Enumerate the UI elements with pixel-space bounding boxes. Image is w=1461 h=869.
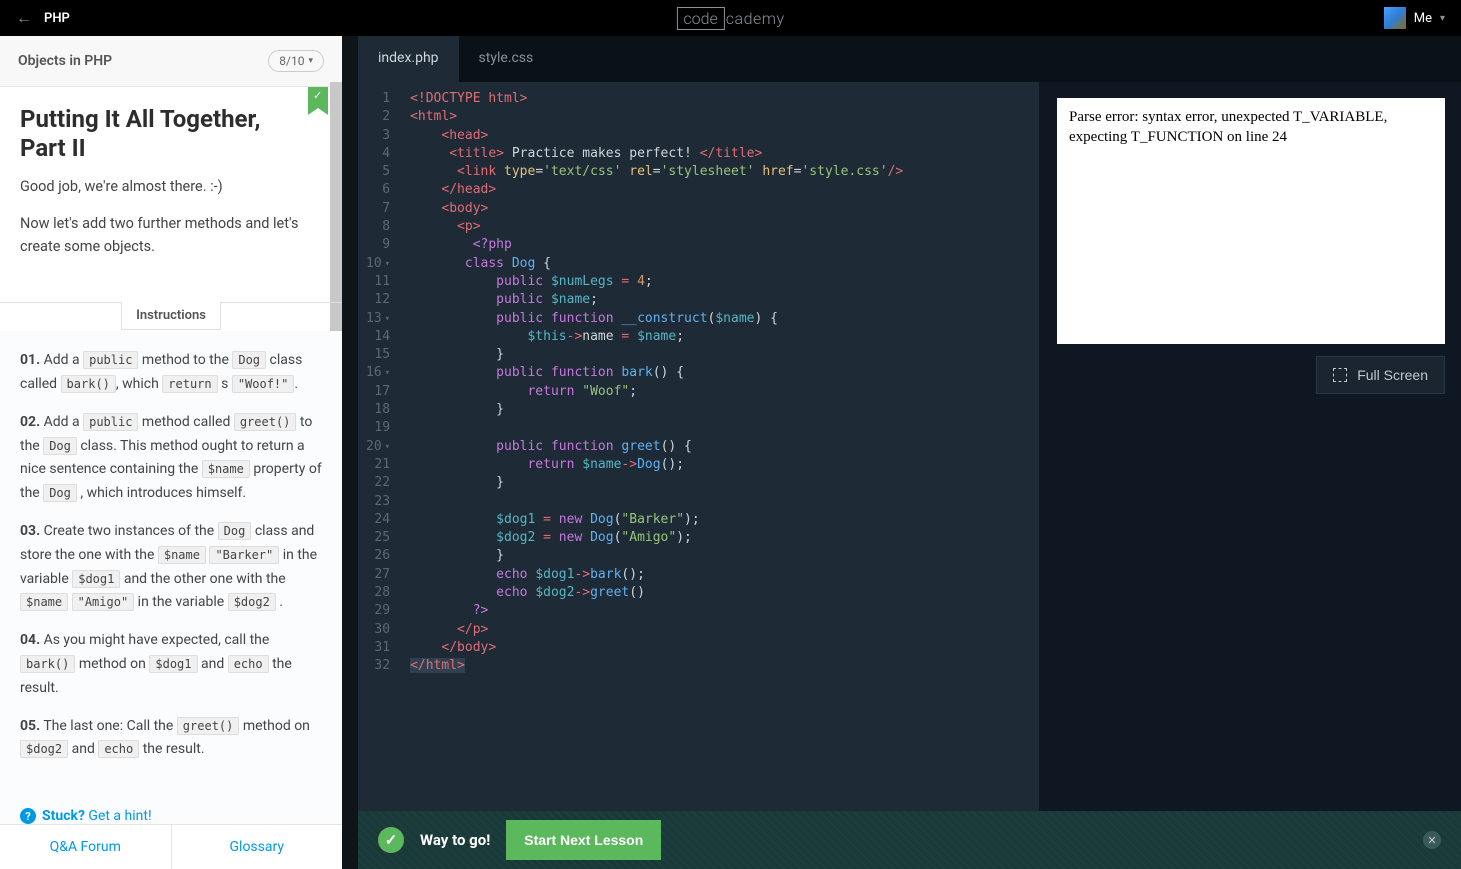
chevron-down-icon: ▾ bbox=[1440, 13, 1445, 24]
tab-style-css[interactable]: style.css bbox=[459, 36, 554, 82]
preview-panel: Parse error: syntax error, unexpected T_… bbox=[1057, 82, 1461, 869]
logo[interactable]: codecademy bbox=[676, 7, 784, 30]
instructions-label: Instructions bbox=[121, 302, 221, 330]
topbar-left: ← PHP bbox=[16, 8, 70, 28]
start-next-button[interactable]: Start Next Lesson bbox=[506, 820, 661, 860]
fold-icon[interactable]: ▾ bbox=[385, 310, 390, 328]
instructions-list: 01. Add a public method to the Dog class… bbox=[0, 331, 342, 794]
step-3: 03. Create two instances of the Dog clas… bbox=[20, 520, 322, 615]
qa-forum-tab[interactable]: Q&A Forum bbox=[0, 825, 171, 869]
back-arrow-icon[interactable]: ← bbox=[16, 8, 32, 28]
success-bar: ✓ Way to go! Start Next Lesson ✕ bbox=[358, 811, 1461, 869]
chevron-down-icon: ▾ bbox=[308, 56, 313, 66]
fold-icon[interactable]: ▾ bbox=[385, 255, 390, 273]
code-editor[interactable]: 1 2 3 4 5 6 7 8 9 10▾ 11 12 13▾ 14 15 16… bbox=[358, 82, 1039, 869]
code-content[interactable]: <!DOCTYPE html><html> <head> <title> Pra… bbox=[400, 82, 1039, 869]
success-message: Way to go! bbox=[420, 831, 490, 849]
fold-icon[interactable]: ▾ bbox=[385, 364, 390, 382]
fullscreen-icon bbox=[1333, 368, 1347, 382]
stuck-label: Stuck? bbox=[42, 808, 85, 824]
fullscreen-button[interactable]: Full Screen bbox=[1316, 356, 1445, 394]
tab-index-php[interactable]: index.php bbox=[358, 36, 459, 82]
bottom-tabs: Q&A Forum Glossary bbox=[0, 824, 342, 869]
fullscreen-label: Full Screen bbox=[1357, 367, 1428, 383]
course-name: PHP bbox=[44, 11, 70, 26]
lesson-content: Putting It All Together, Part II Good jo… bbox=[0, 87, 342, 824]
get-hint-label: Get a hint! bbox=[85, 808, 152, 824]
question-icon: ? bbox=[20, 808, 36, 824]
checkmark-icon: ✓ bbox=[378, 827, 404, 853]
step-5: 05. The last one: Call the greet() metho… bbox=[20, 715, 322, 763]
close-icon[interactable]: ✕ bbox=[1423, 831, 1441, 849]
lesson-title: Putting It All Together, Part II bbox=[0, 87, 342, 175]
glossary-tab[interactable]: Glossary bbox=[172, 825, 343, 869]
editor-panel: index.php style.css 1 2 3 4 5 6 7 8 9 10… bbox=[358, 36, 1461, 869]
lesson-intro: Good job, we're almost there. :-) Now le… bbox=[0, 175, 342, 291]
preview-output: Parse error: syntax error, unexpected T_… bbox=[1057, 98, 1445, 344]
avatar bbox=[1384, 7, 1406, 29]
step-1: 01. Add a public method to the Dog class… bbox=[20, 349, 322, 397]
lesson-header: Objects in PHP 8/10 ▾ bbox=[0, 36, 342, 87]
instructions-divider: Instructions bbox=[0, 302, 342, 331]
instructions-panel: Objects in PHP 8/10 ▾ Putting It All Tog… bbox=[0, 36, 342, 869]
lesson-name: Objects in PHP bbox=[18, 53, 112, 69]
progress-dropdown[interactable]: 8/10 ▾ bbox=[268, 50, 324, 72]
hint-link[interactable]: ? Stuck? Get a hint! bbox=[0, 794, 342, 824]
user-menu[interactable]: Me ▾ bbox=[1384, 7, 1445, 29]
editor-tabs: index.php style.css bbox=[358, 36, 1461, 82]
intro-line-1: Good job, we're almost there. :-) bbox=[20, 175, 322, 198]
error-text: Parse error: syntax error, unexpected T_… bbox=[1069, 109, 1387, 145]
step-2: 02. Add a public method called greet() t… bbox=[20, 411, 322, 506]
logo-box: code bbox=[676, 7, 724, 30]
top-bar: ← PHP codecademy Me ▾ bbox=[0, 0, 1461, 36]
fold-icon[interactable]: ▾ bbox=[385, 438, 390, 456]
progress-text: 8/10 bbox=[279, 54, 304, 68]
me-label: Me bbox=[1414, 11, 1432, 26]
logo-text: cademy bbox=[726, 9, 785, 28]
line-gutter: 1 2 3 4 5 6 7 8 9 10▾ 11 12 13▾ 14 15 16… bbox=[358, 82, 400, 869]
intro-line-2: Now let's add two further methods and le… bbox=[20, 212, 322, 258]
step-4: 04. As you might have expected, call the… bbox=[20, 629, 322, 700]
